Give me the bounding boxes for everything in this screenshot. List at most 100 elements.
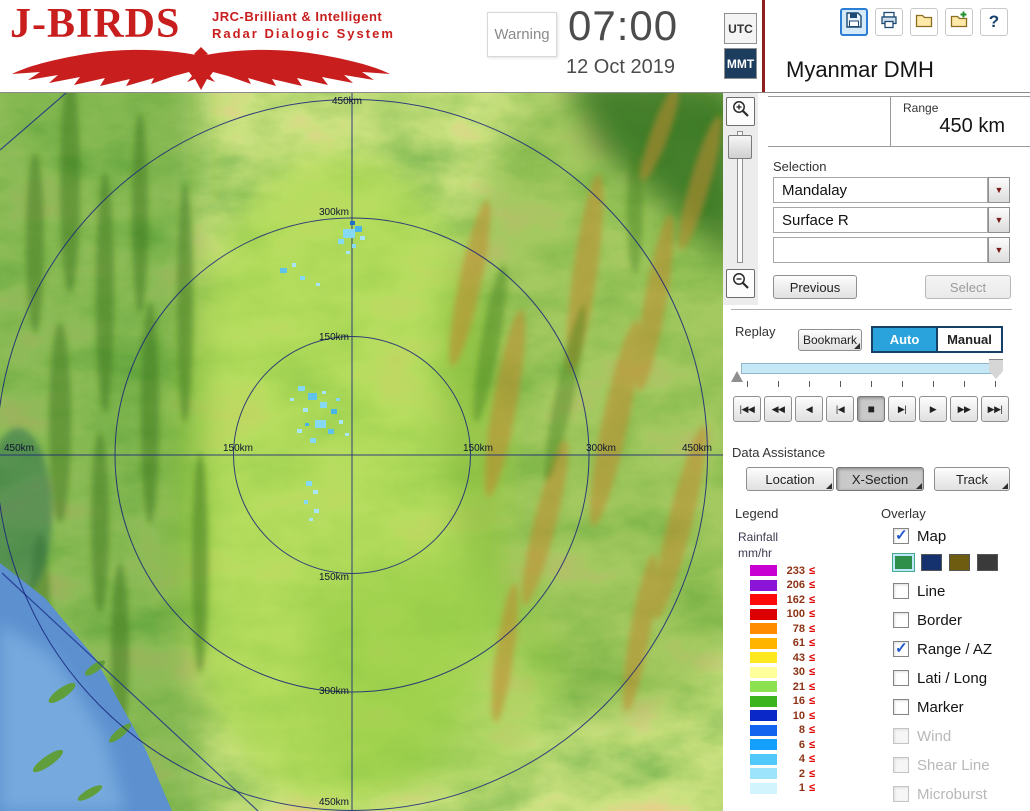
save-button[interactable] <box>840 8 868 36</box>
skip-to-end-button[interactable]: ▶▶| <box>981 396 1009 422</box>
header-divider <box>762 0 765 92</box>
clock-time: 07:00 <box>568 2 679 49</box>
fast-rewind-button[interactable]: ◀◀ <box>764 396 792 422</box>
auto-button[interactable]: Auto <box>873 328 938 351</box>
product-dropdown[interactable]: Surface R <box>773 207 988 233</box>
timeline-tick <box>778 381 779 387</box>
legend-color <box>750 666 777 678</box>
logo-tagline-1: JRC-Brilliant & Intelligent <box>212 9 383 24</box>
zoom-slider-thumb[interactable] <box>728 135 752 159</box>
microburst-checkbox <box>893 786 909 802</box>
svg-text:450km: 450km <box>319 797 349 808</box>
legend-le-sign: ≤ <box>809 709 816 722</box>
open-folder-button[interactable] <box>910 8 938 36</box>
legend-row: 16 ≤ <box>750 695 816 707</box>
fast-forward-button[interactable]: ▶▶ <box>950 396 978 422</box>
legend-color <box>750 724 777 736</box>
svg-text:300km: 300km <box>319 207 349 218</box>
warning-button[interactable]: Warning <box>487 12 557 57</box>
legend-row: 1 ≤ <box>750 782 815 794</box>
legend-value: 16 <box>792 695 805 707</box>
overlay-item-label: Lati / Long <box>917 669 988 687</box>
save-icon <box>844 10 864 35</box>
legend-color <box>750 681 777 692</box>
legend-row: 10 ≤ <box>750 709 816 722</box>
svg-text:150km: 150km <box>319 332 349 343</box>
map-palette-swatch-navy[interactable] <box>921 554 942 571</box>
overlay-item-lati-long: Lati / Long <box>893 669 987 687</box>
header: J-BIRDS JRC-Brilliant & Intelligent Rada… <box>0 0 1030 93</box>
zoom-in-button[interactable] <box>726 97 755 126</box>
map-checkbox[interactable]: ✓ <box>893 527 909 544</box>
map-palette-row <box>892 553 998 572</box>
line-checkbox[interactable] <box>893 583 909 599</box>
timeline-start-marker <box>731 371 743 382</box>
data-assistance-label: Data Assistance <box>732 445 826 460</box>
legend-color <box>750 565 777 576</box>
product-dropdown-arrow-icon[interactable]: ▼ <box>988 207 1010 233</box>
range-label: Range <box>903 101 939 115</box>
x-section-button[interactable]: X-Section <box>836 467 924 491</box>
legend-color <box>750 782 777 794</box>
app-logo-title: J-BIRDS <box>10 1 181 47</box>
select-button[interactable]: Select <box>925 275 1011 299</box>
legend-row: 206 ≤ <box>750 579 816 591</box>
step-forward-button[interactable]: ▶| <box>888 396 916 422</box>
overlay-item-line: Line <box>893 582 945 600</box>
site-dropdown[interactable]: Mandalay <box>773 177 988 203</box>
range-box-bottom <box>768 146 1030 147</box>
map-palette-swatch-gray[interactable] <box>977 554 998 571</box>
site-dropdown-arrow-icon[interactable]: ▼ <box>988 177 1010 203</box>
step-back-button[interactable]: |◀ <box>826 396 854 422</box>
svg-text:150km: 150km <box>319 572 349 583</box>
marker-checkbox[interactable] <box>893 699 909 715</box>
location-button[interactable]: Location <box>746 467 834 491</box>
play-reverse-button[interactable]: ◀ <box>795 396 823 422</box>
legend-le-sign: ≤ <box>809 579 816 591</box>
map-palette-swatch-green[interactable] <box>892 553 915 572</box>
svg-text:300km: 300km <box>319 686 349 697</box>
legend-scale: 233 ≤ 206 ≤ 162 ≤ 100 ≤ 78 ≤ 61 ≤ 43 ≤ 30 ≤ 21 ≤ … <box>750 565 815 797</box>
zoom-in-icon <box>731 99 751 124</box>
folder-icon <box>914 10 934 35</box>
legend-le-sign: ≤ <box>809 637 816 649</box>
station-name: Myanmar DMH <box>786 57 934 82</box>
timeline-tick <box>747 381 748 387</box>
timezone-mmt-button[interactable]: MMT <box>724 48 757 79</box>
manual-button[interactable]: Manual <box>938 328 1001 351</box>
timeline-tick <box>871 381 872 387</box>
timeline-track[interactable] <box>741 363 1001 374</box>
option-dropdown-value <box>774 238 987 246</box>
zoom-out-button[interactable] <box>726 269 755 298</box>
overlay-item-shear-line: Shear Line <box>893 756 990 774</box>
replay-mode-toggle: Auto Manual <box>871 326 1003 353</box>
legend-le-sign: ≤ <box>809 651 816 664</box>
legend-label: Legend <box>735 506 779 521</box>
play-button[interactable]: ▶ <box>919 396 947 422</box>
bookmark-button[interactable]: Bookmark <box>798 329 862 351</box>
overlay-item-label: Range / AZ <box>917 640 993 658</box>
lati-long-checkbox[interactable] <box>893 670 909 686</box>
zoom-strip <box>723 93 758 305</box>
map-palette-swatch-olive[interactable] <box>949 554 970 571</box>
previous-button[interactable]: Previous <box>773 275 857 299</box>
timeline-thumb[interactable] <box>989 359 1003 379</box>
option-dropdown[interactable] <box>773 237 988 263</box>
import-image-button[interactable] <box>945 8 973 36</box>
track-button[interactable]: Track <box>934 467 1010 491</box>
print-button[interactable] <box>875 8 903 36</box>
option-dropdown-arrow-icon[interactable]: ▼ <box>988 237 1010 263</box>
timezone-utc-button[interactable]: UTC <box>724 13 757 44</box>
legend-le-sign: ≤ <box>809 593 816 606</box>
legend-le-sign: ≤ <box>809 738 816 751</box>
help-button[interactable]: ? <box>980 8 1008 36</box>
legend-color <box>750 710 777 721</box>
range-az-checkbox[interactable]: ✓ <box>893 640 909 657</box>
overlay-item-label: Microburst <box>917 785 988 803</box>
skip-to-start-button[interactable]: |◀◀ <box>733 396 761 422</box>
radar-map[interactable]: 450km 300km 150km 150km 300km 450km 450k… <box>0 93 723 811</box>
stop-button[interactable]: ■ <box>857 396 885 422</box>
legend-le-sign: ≤ <box>809 695 816 707</box>
svg-text:450km: 450km <box>4 443 34 454</box>
border-checkbox[interactable] <box>893 612 909 628</box>
